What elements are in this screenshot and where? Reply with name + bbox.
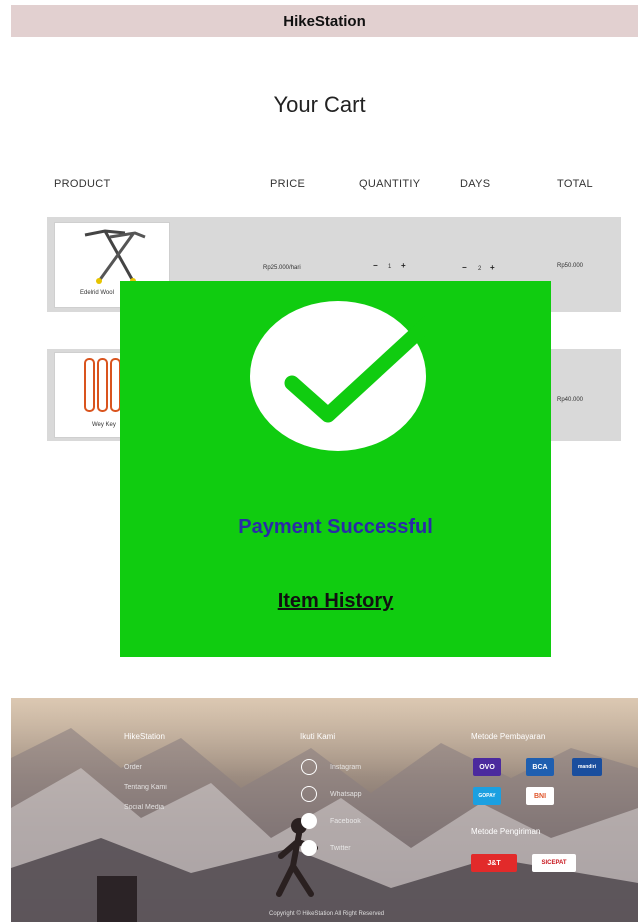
social-twitter[interactable]: Twitter (330, 845, 351, 852)
ovo-badge: OVO (473, 758, 501, 776)
bni-badge: BNI (526, 787, 554, 805)
item-history-link[interactable]: Item History (120, 590, 551, 613)
brand-title[interactable]: HikeStation (283, 13, 366, 30)
check-circle-icon (250, 301, 426, 451)
row-total: Rp40.000 (557, 397, 584, 403)
social-whatsapp[interactable]: Whatsapp (330, 791, 362, 798)
twitter-icon[interactable] (301, 840, 317, 856)
footer-brand: HikeStation (124, 732, 165, 741)
jnt-badge: J&T (471, 854, 517, 872)
product-name: Wey Key (92, 422, 116, 428)
days-increment[interactable]: + (490, 263, 495, 272)
quantity-decrement[interactable]: − (373, 261, 378, 270)
top-bar: HikeStation (11, 5, 638, 37)
follow-title: Ikuti Kami (300, 732, 336, 741)
bca-badge: BCA (526, 758, 554, 776)
social-instagram[interactable]: Instagram (330, 764, 361, 771)
col-product: PRODUCT (54, 178, 111, 190)
days-decrement[interactable]: − (462, 263, 467, 272)
footer-link-about[interactable]: Tentang Kami (124, 784, 167, 791)
whatsapp-icon[interactable] (301, 786, 317, 802)
page-title: Your Cart (273, 92, 366, 117)
shipping-title: Metode Pengiriman (471, 827, 541, 836)
footer: HikeStation Order Tentang Kami Social Me… (11, 698, 638, 922)
col-days: DAYS (460, 178, 491, 190)
quantity-value: 1 (388, 264, 392, 270)
quantity-increment[interactable]: + (401, 261, 406, 270)
gopay-badge: GOPAY (473, 787, 501, 805)
col-price: PRICE (270, 178, 306, 190)
instagram-icon[interactable] (301, 759, 317, 775)
footer-link-order[interactable]: Order (124, 764, 142, 771)
payment-title: Metode Pembayaran (471, 732, 546, 741)
footer-link-social[interactable]: Social Media (124, 804, 164, 811)
sicepat-badge: SICEPAT (532, 854, 576, 872)
col-total: TOTAL (557, 178, 593, 190)
social-facebook[interactable]: Facebook (330, 818, 361, 825)
days-value: 2 (478, 266, 482, 272)
copyright: Copyright © HikeStation All Right Reserv… (269, 911, 385, 917)
product-price: Rp25.000/hari (263, 265, 301, 271)
row-total: Rp50.000 (557, 263, 584, 269)
facebook-icon[interactable] (301, 813, 317, 829)
payment-success-message: Payment Successful (238, 516, 433, 538)
mandiri-badge: mandiri (572, 758, 602, 776)
product-name: Edelrid Wool (80, 290, 114, 296)
col-quantity: QUANTITIY (359, 178, 421, 190)
